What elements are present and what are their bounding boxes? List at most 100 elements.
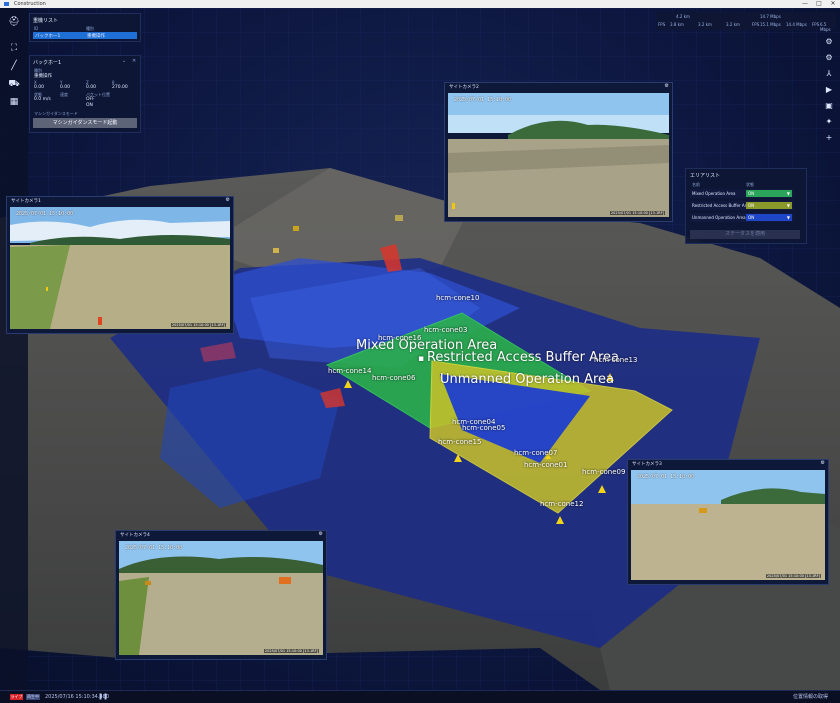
camera-image xyxy=(631,470,825,580)
camera-image xyxy=(10,207,230,329)
crop-area-icon[interactable]: ⛶ xyxy=(8,42,20,54)
gear-icon[interactable]: ⚙ xyxy=(821,460,825,466)
machine-guidance-note: マシンガイダンスモード xyxy=(34,111,78,116)
site-camera-4-window[interactable]: サイトカメラ4 ⚙ 2025/07/01 15:10:00 2025/07/01… xyxy=(115,530,327,660)
close-button[interactable]: ✕ xyxy=(826,0,840,8)
camera-timestamp: 2025/07/01 15:10:00 xyxy=(16,211,74,217)
area-status-value: ON xyxy=(748,203,755,208)
area-row-mixed: Mixed Operation Area ON ▼ xyxy=(690,189,794,198)
machine-list-panel: 重機リスト ID 種別 バックホー1 重機操作 xyxy=(29,13,141,42)
stat-header-1: 4.2 km xyxy=(676,14,690,19)
gear-icon[interactable]: ⚙ xyxy=(226,197,230,203)
value-bucket: ON xyxy=(86,103,93,108)
minimize-button[interactable]: — xyxy=(798,0,812,8)
apply-status-button[interactable]: ステータスを適用 xyxy=(690,230,800,239)
area-status-value: ON xyxy=(748,215,755,220)
cone-label-16: hcm-cone16 xyxy=(378,334,422,342)
area-list-panel: エリアリスト 名前 状態 Mixed Operation Area ON ▼ R… xyxy=(685,168,807,244)
unmanned-area-label: Unmanned Operation Area xyxy=(440,372,614,387)
image-icon[interactable]: ▣ xyxy=(823,100,835,112)
restricted-area-dot: ▪ xyxy=(418,354,427,364)
area-status-select[interactable]: ON ▼ xyxy=(746,214,792,221)
camera-timestamp: 2025/07/01 15:10:00 xyxy=(454,97,512,103)
camera-timestamp: 2025/07/01 15:10:00 xyxy=(637,474,695,480)
axis-icon[interactable]: ⅄ xyxy=(823,68,835,80)
gear-icon[interactable]: ⚙ xyxy=(823,36,835,48)
calendar-icon[interactable]: ▦ xyxy=(8,96,20,108)
area-row-restricted: Restricted Access Buffer Area ON ▼ xyxy=(690,201,794,210)
chevron-down-icon[interactable]: ⌄ xyxy=(122,58,126,64)
stat-fps-2: FPS xyxy=(752,22,760,27)
location-status: 位置情報の取得 xyxy=(792,694,828,700)
video-camera-icon[interactable]: ▶ xyxy=(823,84,835,96)
value-status: 0.0 m/s xyxy=(34,97,51,102)
machine-detail-title: バックホー1 xyxy=(33,60,62,66)
cone-label-10: hcm-cone10 xyxy=(436,294,480,302)
camera-title: サイトカメラ2 xyxy=(449,85,479,90)
camera-title: サイトカメラ1 xyxy=(11,199,41,204)
area-status-select[interactable]: ON ▼ xyxy=(746,190,792,197)
site-camera-1-window[interactable]: サイトカメラ1 ⚙ 2025/07/01 15:10:00 2025/07/01… xyxy=(6,196,234,334)
detail-section-value: 重機操作 xyxy=(34,74,52,79)
machine-list-title: 重機リスト xyxy=(33,18,59,24)
app-icon xyxy=(4,2,9,6)
camera-feed: 2025/07/01 15:10:00 2025/07/01 15:10:00 … xyxy=(631,470,825,580)
site-camera-3-window[interactable]: サイトカメラ3 ⚙ 2025/07/01 15:10:00 2025/07/01… xyxy=(627,459,829,585)
playback-mode-button[interactable]: 再生中 xyxy=(26,694,40,700)
site-camera-2-window[interactable]: サイトカメラ2 ⚙ 2025/07/01 15:10:00 2025/07/01… xyxy=(444,82,673,222)
area-row-name: Restricted Access Buffer Area xyxy=(692,203,752,208)
camera-footer: 2025/07/01 15:10:00 [13.1RF] xyxy=(765,574,821,578)
excavator-icon[interactable]: ⛟ xyxy=(8,78,20,90)
cone-label-06: hcm-cone06 xyxy=(372,374,416,382)
machine-list-row[interactable]: バックホー1 重機操作 xyxy=(33,32,137,39)
zoom-in-icon[interactable]: + xyxy=(823,132,835,144)
camera-image xyxy=(448,93,669,217)
pause-icon[interactable]: ❚❚ xyxy=(98,693,108,701)
person-badge-icon[interactable]: ⛑ xyxy=(8,16,20,28)
area-status-value: ON xyxy=(748,191,755,196)
cone-label-01: hcm-cone01 xyxy=(524,461,568,469)
window-titlebar: Construction — □ ✕ xyxy=(0,0,840,8)
camera-footer: 2025/07/01 15:10:00 [13.1RF] xyxy=(609,211,665,215)
area-list-col-name: 名前 xyxy=(692,182,700,187)
machine-row-type: 重機操作 xyxy=(87,34,105,39)
camera-title: サイトカメラ4 xyxy=(120,533,150,538)
machine-detail-panel: バックホー1 ⌄ ✕ 種別 重機操作 X Y Z θ 0.00 0.00 0.0… xyxy=(29,55,141,133)
stat-fps-1: FPS xyxy=(658,22,666,27)
crosshair-icon[interactable]: ✦ xyxy=(823,116,835,128)
camera-footer: 2025/07/01 15:10:00 [13.1RF] xyxy=(170,323,226,327)
value-speed: OFF xyxy=(86,97,95,102)
status-bar: ライブ 再生中 2025/07/16 15:10:34.480 ❚❚ 位置情報の… xyxy=(0,690,840,703)
cone-label-07: hcm-cone07 xyxy=(514,449,558,457)
restricted-area-text: Restricted Access Buffer Area xyxy=(426,350,620,365)
settings-alt-icon[interactable]: ⚙ xyxy=(823,52,835,64)
cone-label-05: hcm-cone05 xyxy=(462,424,506,432)
left-toolbar: ⛑ ⛶ ╱ ⛟ ▦ xyxy=(0,8,28,690)
ruler-line-icon[interactable]: ╱ xyxy=(8,60,20,72)
maximize-button[interactable]: □ xyxy=(812,0,826,8)
stat-value-2: 3.2 km xyxy=(698,22,712,27)
area-list-col-status: 状態 xyxy=(746,182,754,187)
restricted-area-label: ▪ Restricted Access Buffer Area xyxy=(418,350,619,365)
area-list-title: エリアリスト xyxy=(690,173,721,179)
value-y: 0.00 xyxy=(60,85,71,90)
area-row-name: Mixed Operation Area xyxy=(692,191,736,196)
value-x: 0.00 xyxy=(34,85,45,90)
area-status-select[interactable]: ON ▼ xyxy=(746,202,792,209)
cone-label-09: hcm-cone09 xyxy=(582,468,626,476)
camera-feed: 2025/07/01 15:10:00 2025/07/01 15:10:00 … xyxy=(10,207,230,329)
cone-label-15: hcm-cone15 xyxy=(438,438,482,446)
stat-value-4: 15.1 Mbps xyxy=(760,22,781,27)
value-theta: 270.00 xyxy=(112,85,128,90)
cone-label-12: hcm-cone12 xyxy=(540,500,584,508)
camera-feed: 2025/07/01 15:10:00 2025/07/01 15:10:00 … xyxy=(448,93,669,217)
camera-footer: 2025/07/01 15:10:00 [13.1RF] xyxy=(263,649,319,653)
live-button[interactable]: ライブ xyxy=(10,694,23,700)
machine-guidance-button[interactable]: マシンガイダンスモード起動 xyxy=(33,118,137,128)
close-icon[interactable]: ✕ xyxy=(132,58,136,64)
machine-list-col-id: ID xyxy=(34,26,39,31)
area-row-unmanned: Unmanned Operation Area ON ▼ xyxy=(690,213,794,222)
gear-icon[interactable]: ⚙ xyxy=(665,83,669,89)
gear-icon[interactable]: ⚙ xyxy=(319,531,323,537)
chevron-down-icon: ▼ xyxy=(786,191,790,196)
